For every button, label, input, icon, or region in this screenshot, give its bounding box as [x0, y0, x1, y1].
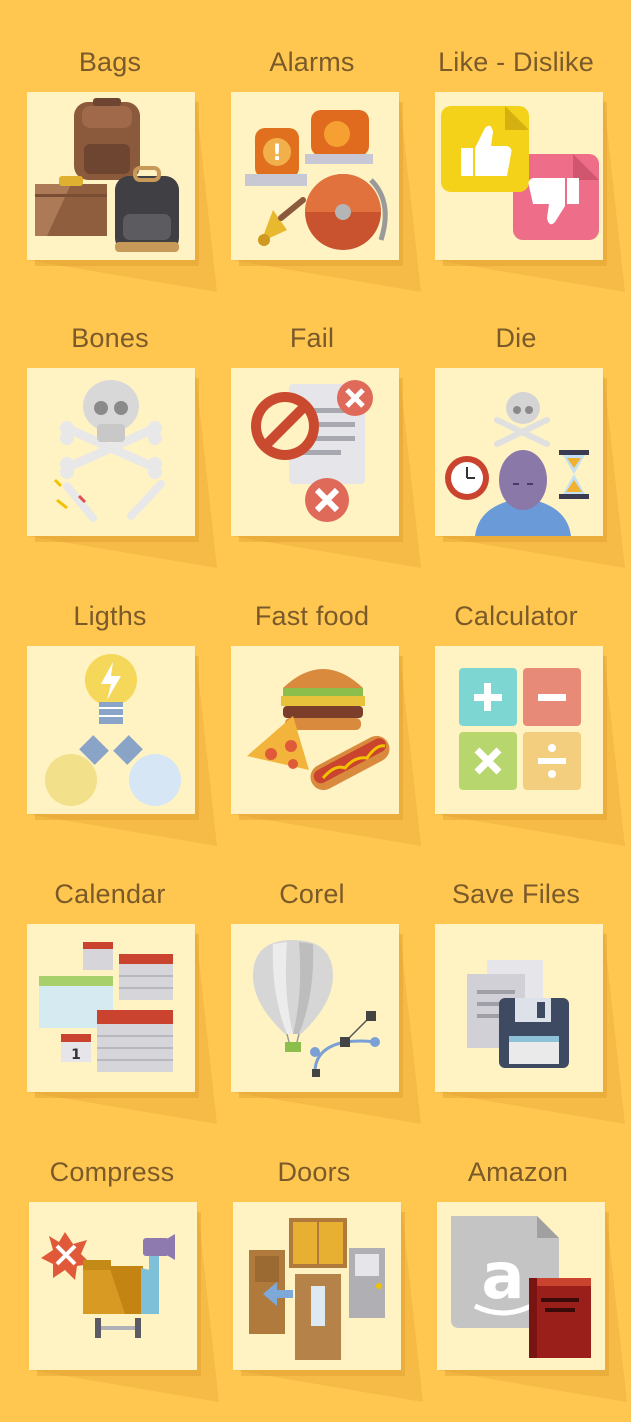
tile-title: Alarms [269, 47, 355, 77]
icon-tile-compress[interactable]: Compress [12, 1152, 219, 1412]
tile-title: Calculator [454, 601, 578, 631]
icon-tile-alarms[interactable]: Alarms ! [212, 42, 421, 302]
tile-title: Fail [289, 323, 335, 353]
tile-title: Bones [71, 323, 149, 353]
tile-title: Doors [277, 1157, 351, 1187]
tile-title: Calendar [54, 879, 166, 909]
corel-icon [231, 924, 399, 1092]
tile-title: Die [495, 323, 537, 353]
icon-tile-amazon[interactable]: Amazon a [418, 1152, 627, 1412]
fail-icon [231, 368, 399, 536]
tile-title: Ligths [73, 601, 147, 631]
save-files-icon [435, 924, 603, 1092]
icon-tile-save-files[interactable]: Save Files [416, 874, 625, 1134]
fast-food-icon [231, 646, 399, 814]
icon-tile-lights[interactable]: Ligths [10, 596, 217, 856]
tile-title: Like - Dislike [438, 47, 594, 77]
tile-title: Bags [78, 47, 142, 77]
calculator-icon [435, 646, 603, 814]
amazon-icon: a [437, 1202, 605, 1370]
tile-title: Fast food [254, 601, 370, 631]
die-icon [435, 368, 603, 536]
icon-tile-like-dislike[interactable]: Like - Dislike [416, 42, 625, 302]
icon-tile-bones[interactable]: Bones [10, 318, 217, 578]
svg-text:a: a [481, 1240, 524, 1314]
doors-icon [233, 1202, 401, 1370]
svg-text:1: 1 [71, 1047, 81, 1063]
icon-tile-doors[interactable]: Doors [214, 1152, 423, 1412]
icon-tile-calendar[interactable]: Calendar 1 [10, 874, 217, 1134]
icon-tile-fail[interactable]: Fail [212, 318, 421, 578]
svg-text:!: ! [272, 141, 282, 166]
bags-icon [27, 92, 195, 260]
icon-tile-calculator[interactable]: Calculator [416, 596, 625, 856]
calendar-icon: 1 [27, 924, 195, 1092]
alarms-icon: ! [231, 92, 399, 260]
tile-title: Save Files [451, 879, 581, 909]
lights-icon [27, 646, 195, 814]
tile-title: Amazon [467, 1157, 569, 1187]
tile-title: Compress [49, 1157, 175, 1187]
like-dislike-icon [435, 92, 603, 260]
icon-tile-corel[interactable]: Corel [212, 874, 421, 1134]
bones-icon [27, 368, 195, 536]
compress-icon [29, 1202, 197, 1370]
icon-tile-fast-food[interactable]: Fast food [212, 596, 421, 856]
tile-title: Corel [279, 879, 345, 909]
icon-tile-bags[interactable]: Bags [10, 42, 217, 302]
icon-tile-die[interactable]: Die [416, 318, 625, 578]
